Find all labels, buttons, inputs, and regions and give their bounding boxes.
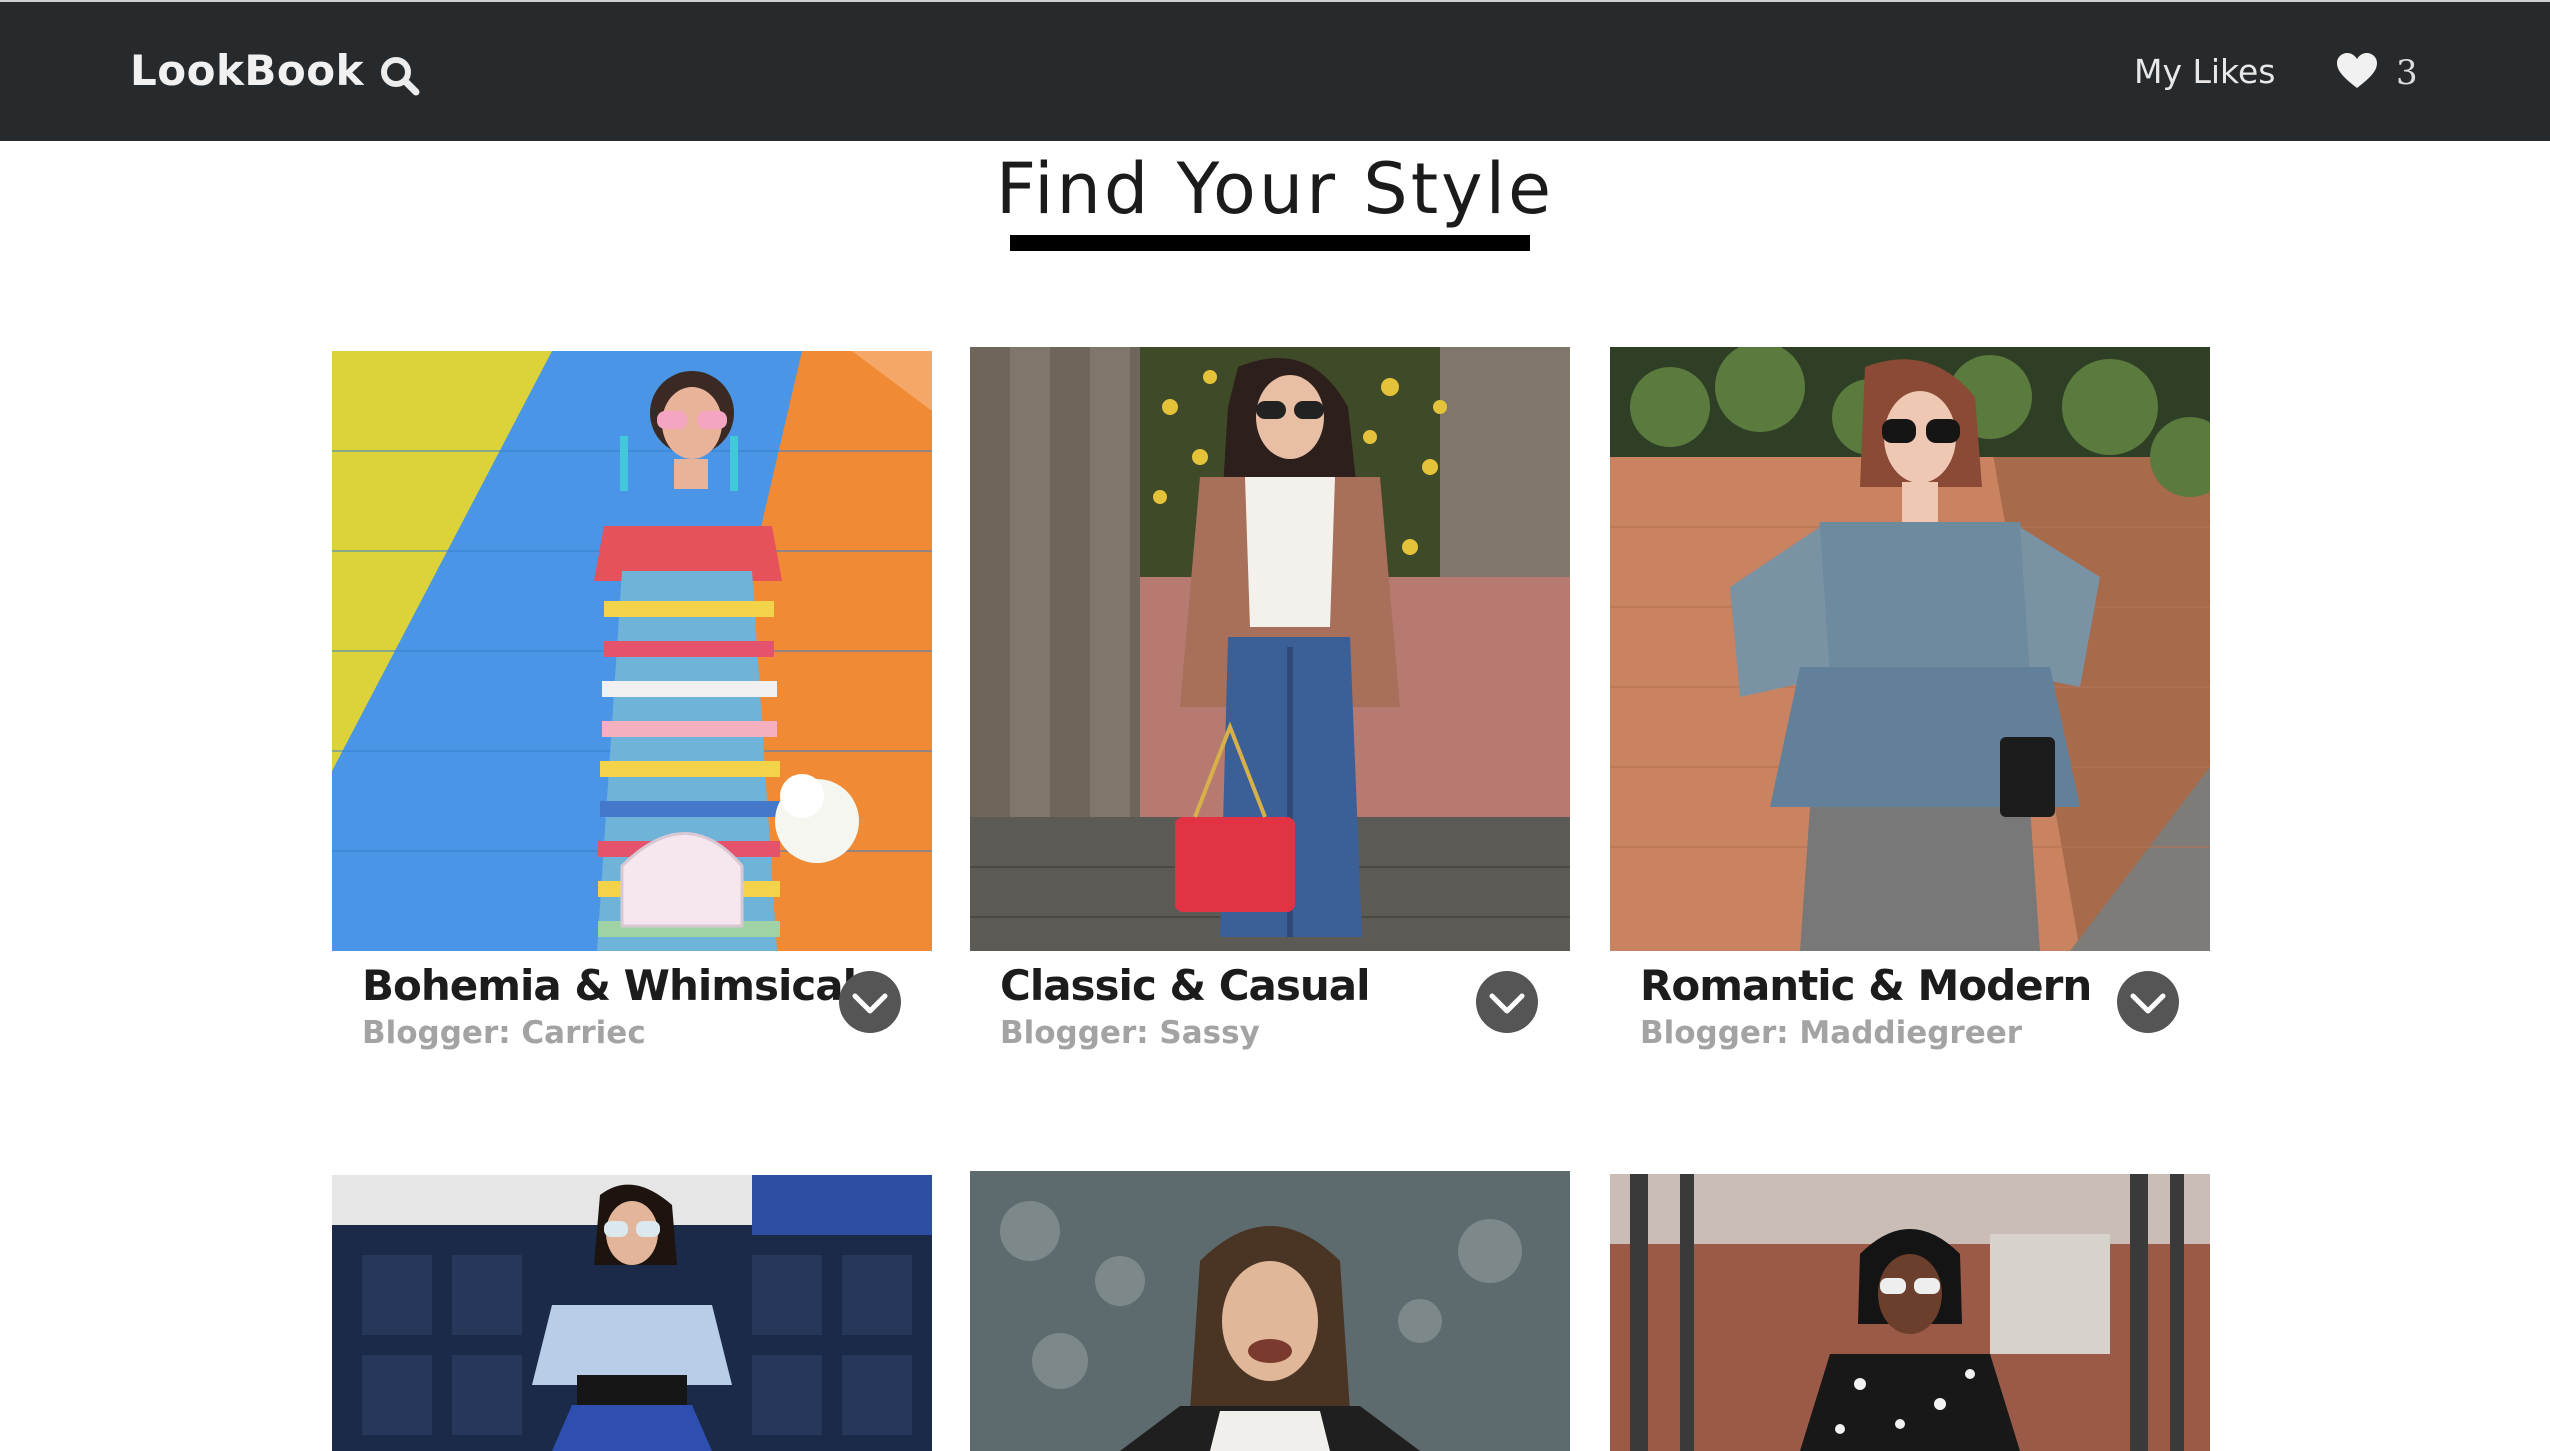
card-blogger: Blogger: Carriec xyxy=(362,1015,646,1051)
chevron-down-icon[interactable] xyxy=(2116,970,2180,1034)
chevron-down-icon[interactable] xyxy=(838,970,902,1034)
style-card[interactable] xyxy=(970,1171,1570,1451)
likes-counter[interactable]: 3 xyxy=(2336,52,2418,94)
brand-logo[interactable]: LookBook xyxy=(130,46,364,95)
style-card[interactable]: Romantic & Modern Blogger: Maddiegreer xyxy=(1610,347,2210,1051)
style-photo[interactable] xyxy=(332,351,932,951)
heart-icon xyxy=(2336,52,2378,94)
chevron-down-icon[interactable] xyxy=(1475,970,1539,1034)
card-title: Romantic & Modern xyxy=(1640,961,2092,1010)
card-blogger: Blogger: Maddiegreer xyxy=(1640,1015,2023,1051)
style-photo[interactable] xyxy=(970,1171,1570,1451)
style-photo[interactable] xyxy=(970,347,1570,951)
style-photo[interactable] xyxy=(332,1175,932,1451)
top-navbar: LookBook My Likes 3 xyxy=(0,0,2550,141)
card-blogger: Blogger: Sassy xyxy=(1000,1015,1260,1051)
card-title: Classic & Casual xyxy=(1000,961,1371,1010)
style-photo[interactable] xyxy=(1610,1174,2210,1451)
my-likes-link[interactable]: My Likes xyxy=(2134,52,2275,91)
style-card[interactable] xyxy=(1610,1174,2210,1451)
style-card[interactable] xyxy=(332,1175,932,1451)
search-icon[interactable] xyxy=(378,54,422,98)
style-photo[interactable] xyxy=(1610,347,2210,951)
page-title: Find Your Style xyxy=(995,148,1555,230)
style-card[interactable]: Bohemia & Whimsical Blogger: Carriec xyxy=(332,351,932,1051)
style-card[interactable]: Classic & Casual Blogger: Sassy xyxy=(970,347,1570,1051)
card-title: Bohemia & Whimsical xyxy=(362,961,857,1010)
title-underline xyxy=(1010,235,1530,251)
likes-count: 3 xyxy=(2396,53,2418,93)
